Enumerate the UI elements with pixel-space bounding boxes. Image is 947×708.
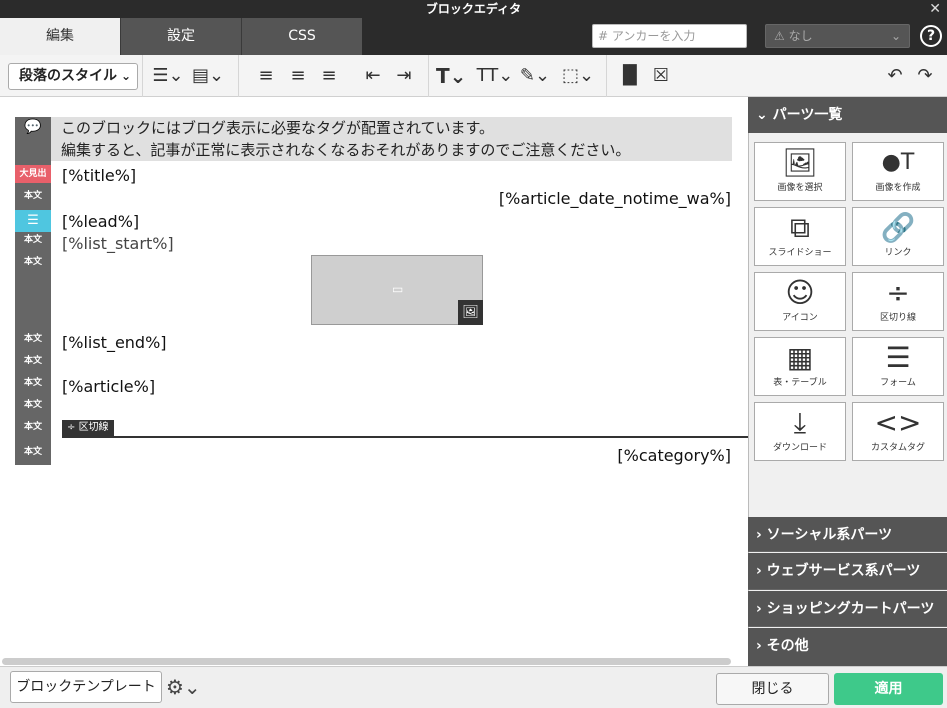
comment-icon: 💬: [24, 119, 42, 135]
part-divider[interactable]: ÷ 区切り線: [852, 272, 944, 331]
block-badge-heading[interactable]: 大見出: [15, 165, 51, 183]
lead-placeholder[interactable]: [%lead%]: [62, 212, 139, 231]
window-titlebar: ブロックエディタ: [0, 0, 947, 18]
divider-label-text: 区切線: [78, 422, 109, 433]
tab-css[interactable]: CSS: [241, 18, 362, 55]
chevron-right-icon: ›: [756, 601, 767, 617]
paragraph-style-select[interactable]: 段落のスタイル ⌄: [8, 63, 138, 90]
link-icon: 🔗: [880, 211, 916, 244]
block-badge-body[interactable]: 本文: [15, 253, 51, 271]
class-icon: ⚠: [774, 29, 789, 43]
download-icon: ⤓: [793, 406, 807, 439]
color-picker-icon[interactable]: ✎⌄: [518, 63, 552, 89]
block-template-button[interactable]: ブロックテンプレート: [10, 671, 162, 703]
undo-icon[interactable]: ↶: [882, 63, 908, 89]
footer-bar: ブロックテンプレート ⚙⌄ 閉じる 適用: [0, 666, 947, 708]
notice-line-1: このブロックにはブログ表示に必要なタグが配置されています。: [61, 119, 495, 137]
part-download[interactable]: ⤓ ダウンロード: [754, 402, 846, 461]
block-badge-body[interactable]: 本文: [15, 187, 51, 205]
list-end-placeholder[interactable]: [%list_end%]: [62, 333, 167, 352]
gear-icon[interactable]: ⚙⌄: [166, 673, 201, 701]
outdent-icon[interactable]: ⇤: [360, 63, 386, 89]
block-badge-body[interactable]: 本文: [15, 231, 51, 249]
tab-settings[interactable]: 設定: [120, 18, 241, 55]
custom-tag-icon: <>: [874, 406, 922, 439]
article-placeholder[interactable]: [%article%]: [62, 377, 155, 396]
list-start-placeholder[interactable]: [%list_start%]: [62, 234, 174, 253]
block-badge-body[interactable]: 本文: [15, 418, 51, 436]
block-badge-body[interactable]: 本文: [15, 396, 51, 414]
horizontal-scrollbar[interactable]: [2, 658, 731, 665]
close-icon[interactable]: ✕: [929, 0, 941, 18]
hash-icon: #: [598, 29, 609, 43]
redo-icon[interactable]: ↷: [912, 63, 938, 89]
image-edit-icon[interactable]: 🖼: [458, 300, 483, 325]
part-table[interactable]: ▦ 表・テーブル: [754, 337, 846, 396]
title-placeholder[interactable]: [%title%]: [62, 166, 136, 185]
format-toolbar: 段落のスタイル ⌄ ☰⌄ ▤⌄ ≡ ≡ ≡ ⇤ ⇥ T⌄ TT⌄ ✎⌄ ⬚⌄ ▐…: [0, 55, 947, 97]
part-icon[interactable]: ☺ アイコン: [754, 272, 846, 331]
close-button[interactable]: 閉じる: [716, 673, 829, 705]
part-slideshow[interactable]: ⧉ スライドショー: [754, 207, 846, 266]
section-shopping[interactable]: › ショッピングカートパーツ: [748, 591, 947, 627]
block-badge-body[interactable]: 本文: [15, 443, 51, 461]
part-form[interactable]: ☰ フォーム: [852, 337, 944, 396]
block-badge-body[interactable]: 本文: [15, 330, 51, 348]
insert-block-icon[interactable]: ▐▌: [616, 63, 644, 89]
bullet-list-icon[interactable]: ☰⌄: [150, 63, 186, 89]
chevron-down-icon: ⌄: [756, 107, 773, 123]
slideshow-icon: ⧉: [790, 211, 810, 244]
part-custom-tag[interactable]: <> カスタムタグ: [852, 402, 944, 461]
parts-panel-title: パーツ一覧: [772, 107, 843, 123]
block-badge-body[interactable]: 本文: [15, 352, 51, 370]
chevron-right-icon: ›: [756, 527, 767, 543]
tab-edit[interactable]: 編集: [0, 18, 120, 55]
class-select[interactable]: ⚠ なし ⌄: [765, 24, 910, 48]
smiley-icon: ☺: [785, 276, 815, 309]
block-badge-body[interactable]: 本文: [15, 374, 51, 392]
chevron-right-icon: ›: [756, 638, 767, 654]
chevron-down-icon: ⌄: [120, 69, 131, 83]
paragraph-block-icon[interactable]: ▤⌄: [190, 63, 226, 89]
category-placeholder[interactable]: [%category%]: [617, 446, 731, 465]
line-height-icon[interactable]: TT⌄: [476, 63, 514, 89]
apply-button[interactable]: 適用: [834, 673, 943, 705]
date-placeholder[interactable]: [%article_date_notime_wa%]: [499, 189, 731, 208]
section-webservice[interactable]: › ウェブサービス系パーツ: [748, 553, 947, 590]
table-icon: ▦: [786, 341, 814, 374]
divider-icon: ÷: [67, 422, 79, 433]
image-icon: ▭: [392, 282, 404, 296]
anchor-input[interactable]: # アンカーを入力: [592, 24, 747, 48]
image-create-icon: ●T: [881, 150, 915, 175]
help-icon[interactable]: ?: [920, 25, 942, 47]
section-other[interactable]: › その他: [748, 628, 947, 666]
image-select-icon: 🖼: [782, 146, 818, 179]
divider-line: [62, 436, 748, 438]
class-select-value: なし: [788, 29, 813, 43]
part-link[interactable]: 🔗 リンク: [852, 207, 944, 266]
window-title: ブロックエディタ: [425, 2, 522, 16]
paragraph-style-label: 段落のスタイル: [19, 68, 117, 84]
tab-bar: 編集 設定 CSS # アンカーを入力 ⚠ なし ⌄ ?: [0, 18, 947, 55]
form-icon: ☰: [885, 341, 911, 374]
parts-panel-header[interactable]: ⌄ パーツ一覧: [748, 97, 947, 133]
notice-line-2: 編集すると、記事が正常に表示されなくなるおそれがありますのでご注意ください。: [61, 141, 631, 159]
list-badge-icon[interactable]: ☰: [15, 210, 51, 232]
align-center-icon[interactable]: ≡: [286, 63, 310, 89]
part-image-select[interactable]: 🖼 画像を選択: [754, 142, 846, 201]
align-left-icon[interactable]: ≡: [254, 63, 278, 89]
part-image-create[interactable]: ●T 画像を作成: [852, 142, 944, 201]
chevron-right-icon: ›: [756, 563, 767, 579]
anchor-placeholder: アンカーを入力: [611, 29, 696, 43]
text-size-icon[interactable]: T⌄: [436, 63, 466, 89]
section-social[interactable]: › ソーシャル系パーツ: [748, 517, 947, 552]
indent-icon[interactable]: ⇥: [391, 63, 417, 89]
divider-label[interactable]: ÷ 区切線: [62, 420, 114, 436]
text-box-icon[interactable]: ⬚⌄: [560, 63, 596, 89]
notice-banner: このブロックにはブログ表示に必要なタグが配置されています。 編集すると、記事が正…: [51, 117, 732, 161]
chevron-down-icon: ⌄: [890, 29, 901, 43]
align-right-icon[interactable]: ≡: [317, 63, 341, 89]
divider-icon: ÷: [886, 276, 910, 309]
clear-format-icon[interactable]: ☒: [648, 63, 674, 89]
